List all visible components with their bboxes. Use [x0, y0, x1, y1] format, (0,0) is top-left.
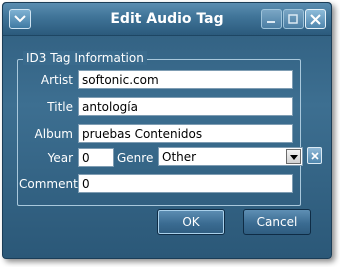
edit-audio-tag-dialog: Edit Audio Tag ID3 Tag Information Artis… [2, 2, 332, 259]
minimize-button[interactable] [261, 9, 282, 29]
comment-field[interactable]: 0 [78, 174, 293, 193]
ok-button[interactable]: OK [157, 209, 225, 235]
year-label: Year [47, 151, 73, 165]
genre-select[interactable]: Other [158, 147, 303, 166]
album-label: Album [34, 127, 73, 141]
chevron-down-icon [290, 155, 298, 160]
comment-label: Comment [19, 177, 78, 191]
close-button[interactable] [305, 9, 326, 29]
genre-clear-button[interactable] [307, 147, 322, 164]
group-legend: ID3 Tag Information [23, 51, 147, 65]
close-icon [310, 14, 321, 25]
genre-value: Other [162, 150, 197, 164]
maximize-icon [288, 14, 298, 24]
artist-label: Artist [40, 73, 73, 87]
year-field[interactable]: 0 [78, 148, 114, 167]
genre-label: Genre [117, 151, 154, 165]
title-label: Title [47, 100, 73, 114]
close-icon [311, 152, 319, 160]
genre-dropdown-button[interactable] [286, 149, 301, 164]
title-bar[interactable]: Edit Audio Tag [3, 3, 331, 36]
title-field[interactable]: antología [78, 97, 293, 116]
album-field[interactable]: pruebas Contenidos [78, 124, 293, 143]
minimize-icon [267, 21, 275, 23]
artist-field[interactable]: softonic.com [78, 70, 293, 89]
cancel-button[interactable]: Cancel [243, 209, 311, 235]
maximize-button[interactable] [283, 9, 304, 29]
